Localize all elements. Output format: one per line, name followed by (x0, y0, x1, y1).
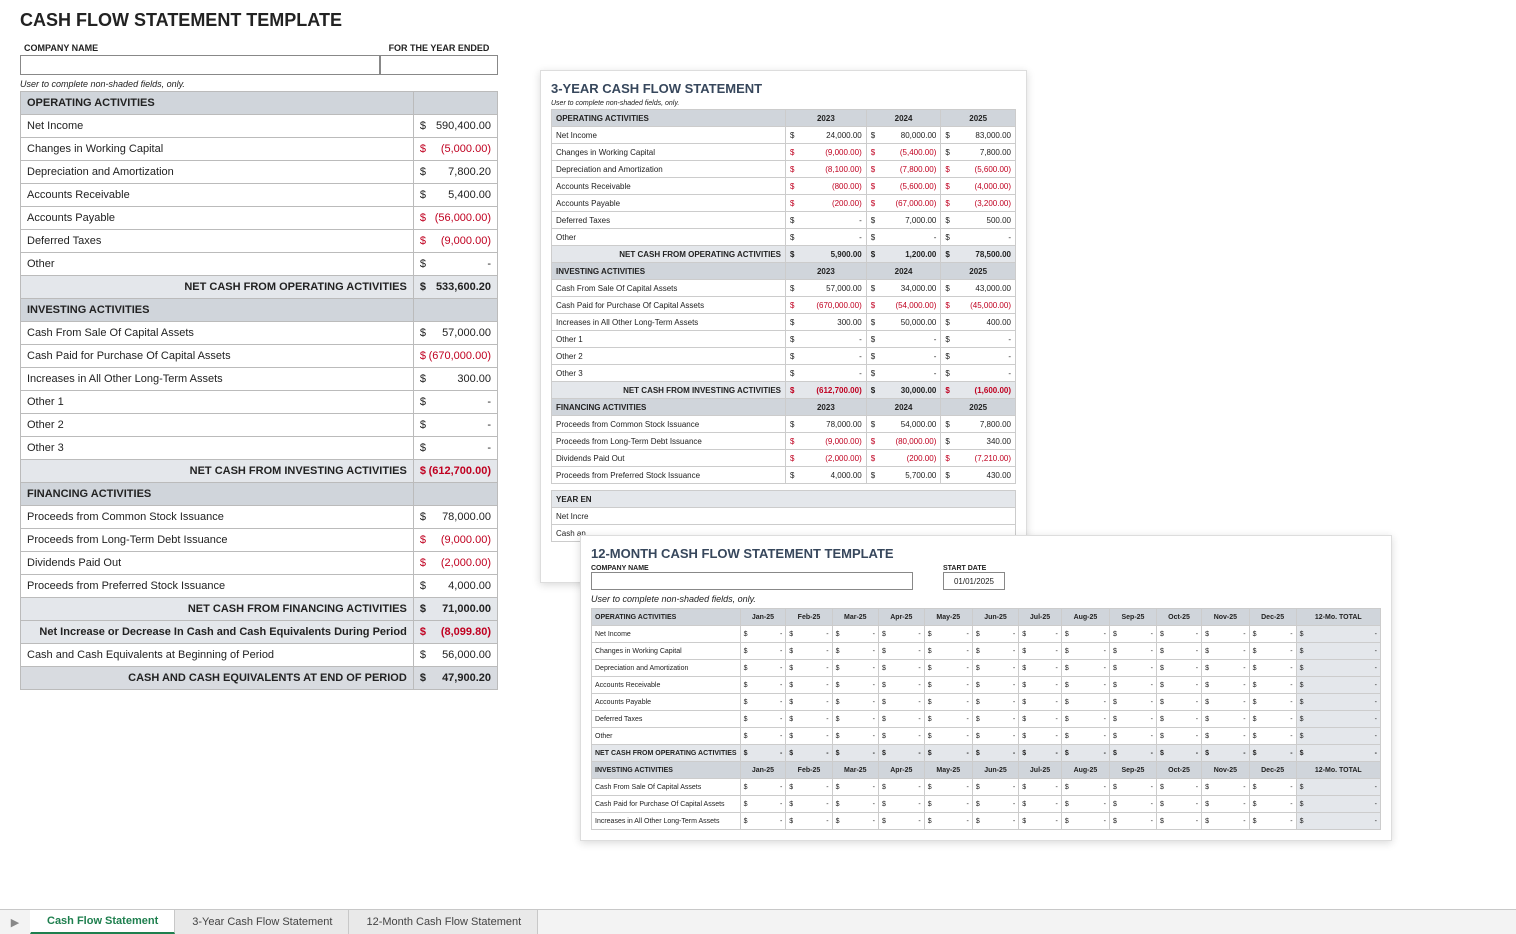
table-row: Depreciation and Amortization$(8,100.00)… (552, 161, 1016, 178)
summary-row: Net Increase or Decrease In Cash and Cas… (21, 621, 498, 644)
table-row: Changes in Working Capital$(9,000.00)$(5… (552, 144, 1016, 161)
row-label: Cash From Sale Of Capital Assets (21, 322, 414, 345)
row-label: Proceeds from Preferred Stock Issuance (21, 575, 414, 598)
table-row: Proceeds from Long-Term Debt Issuance$(9… (552, 433, 1016, 450)
twelve-month-table: OPERATING ACTIVITIESJan-25Feb-25Mar-25Ap… (591, 608, 1381, 830)
three-year-table: OPERATING ACTIVITIES202320242025Net Inco… (551, 109, 1016, 484)
table-row: Net Income$590,400.00 (21, 115, 498, 138)
table-row: Accounts Payable$(200.00)$(67,000.00)$(3… (552, 195, 1016, 212)
table-row: Cash From Sale Of Capital Assets$57,000.… (21, 322, 498, 345)
table-row: Deferred Taxes$-$-$-$-$-$-$-$-$-$-$-$-$- (592, 711, 1381, 728)
row-label: Accounts Receivable (21, 184, 414, 207)
row-label: Other 2 (21, 414, 414, 437)
table-row: Increases in All Other Long-Term Assets$… (552, 314, 1016, 331)
table-row: Net Income$-$-$-$-$-$-$-$-$-$-$-$-$- (592, 626, 1381, 643)
twelve-start-label: START DATE (943, 565, 1005, 572)
table-row: Other 1$-$-$- (552, 331, 1016, 348)
main-statement: CASH FLOW STATEMENT TEMPLATE COMPANY NAM… (20, 10, 498, 690)
grand-total-value: 47,900.20 (442, 672, 491, 684)
sheet-tabs: ▶ Cash Flow Statement 3-Year Cash Flow S… (0, 909, 1516, 934)
company-input[interactable] (20, 55, 380, 75)
row-label: Deferred Taxes (21, 230, 414, 253)
table-row: Deferred Taxes$-$7,000.00$500.00 (552, 212, 1016, 229)
row-label: Accounts Payable (21, 207, 414, 230)
table-row: Depreciation and Amortization$7,800.20 (21, 161, 498, 184)
row-label: Changes in Working Capital (21, 138, 414, 161)
three-year-title: 3-YEAR CASH FLOW STATEMENT (551, 81, 1016, 96)
table-row: Increases in All Other Long-Term Assets$… (592, 813, 1381, 830)
table-row: Cash Paid for Purchase Of Capital Assets… (21, 345, 498, 368)
page-title: CASH FLOW STATEMENT TEMPLATE (20, 10, 498, 31)
row-label: Dividends Paid Out (21, 552, 414, 575)
three-year-note: User to complete non-shaded fields, only… (551, 100, 1016, 107)
row-label: Other 1 (21, 391, 414, 414)
table-row: Other 3$-$-$- (552, 365, 1016, 382)
table-row: Other$-$-$-$-$-$-$-$-$-$-$-$-$- (592, 728, 1381, 745)
table-row: Increases in All Other Long-Term Assets$… (21, 368, 498, 391)
twelve-month-preview: 12-MONTH CASH FLOW STATEMENT TEMPLATE CO… (580, 535, 1392, 841)
table-row: Depreciation and Amortization$-$-$-$-$-$… (592, 660, 1381, 677)
row-label: Proceeds from Common Stock Issuance (21, 506, 414, 529)
instruction-note: User to complete non-shaded fields, only… (20, 79, 498, 89)
statement-table: OPERATING ACTIVITIES Net Income$590,400.… (20, 91, 498, 690)
table-row: Dividends Paid Out$(2,000.00) (21, 552, 498, 575)
row-label: Other (21, 253, 414, 276)
table-row: Proceeds from Preferred Stock Issuance$4… (552, 467, 1016, 484)
tab-twelve-month[interactable]: 12-Month Cash Flow Statement (349, 910, 538, 934)
op-total-value: 533,600.20 (436, 281, 491, 293)
table-row: Cash Paid for Purchase Of Capital Assets… (592, 796, 1381, 813)
twelve-note: User to complete non-shaded fields, only… (591, 594, 1381, 604)
op-total-label: NET CASH FROM OPERATING ACTIVITIES (21, 276, 414, 299)
table-row: Other 2$-$-$- (552, 348, 1016, 365)
summary-row: Cash and Cash Equivalents at Beginning o… (21, 644, 498, 667)
row-label: Net Income (21, 115, 414, 138)
table-row: Accounts Payable$(56,000.00) (21, 207, 498, 230)
table-row: Other 1$- (21, 391, 498, 414)
tab-cash-flow[interactable]: Cash Flow Statement (30, 910, 175, 934)
row-label: Proceeds from Long-Term Debt Issuance (21, 529, 414, 552)
table-row: Other 3$- (21, 437, 498, 460)
twelve-company-input[interactable] (591, 572, 913, 590)
table-row: Accounts Receivable$-$-$-$-$-$-$-$-$-$-$… (592, 677, 1381, 694)
table-row: Other 2$- (21, 414, 498, 437)
grand-total-label: CASH AND CASH EQUIVALENTS AT END OF PERI… (21, 667, 414, 690)
table-row: Proceeds from Common Stock Issuance$78,0… (21, 506, 498, 529)
table-row: Cash From Sale Of Capital Assets$-$-$-$-… (592, 779, 1381, 796)
table-row: Proceeds from Common Stock Issuance$78,0… (552, 416, 1016, 433)
fin-total-value: 71,000.00 (442, 603, 491, 615)
table-row: Changes in Working Capital$(5,000.00) (21, 138, 498, 161)
year-ended-label: FOR THE YEAR ENDED (380, 41, 498, 55)
table-row: Other$- (21, 253, 498, 276)
table-row: Other$-$-$- (552, 229, 1016, 246)
table-row: Deferred Taxes$(9,000.00) (21, 230, 498, 253)
row-label: Cash Paid for Purchase Of Capital Assets (21, 345, 414, 368)
section-investing: INVESTING ACTIVITIES (21, 299, 414, 322)
tab-three-year[interactable]: 3-Year Cash Flow Statement (175, 910, 349, 934)
table-row: Proceeds from Long-Term Debt Issuance$(9… (21, 529, 498, 552)
table-row: Cash From Sale Of Capital Assets$57,000.… (552, 280, 1016, 297)
table-row: Dividends Paid Out$(2,000.00)$(200.00)$(… (552, 450, 1016, 467)
year-ended-input[interactable] (380, 55, 498, 75)
three-year-preview: 3-YEAR CASH FLOW STATEMENT User to compl… (540, 70, 1027, 583)
row-label: Other 3 (21, 437, 414, 460)
table-row: Proceeds from Preferred Stock Issuance$4… (21, 575, 498, 598)
table-row: Accounts Payable$-$-$-$-$-$-$-$-$-$-$-$-… (592, 694, 1381, 711)
inv-total-value: (612,700.00) (429, 465, 491, 477)
inv-total-label: NET CASH FROM INVESTING ACTIVITIES (21, 460, 414, 483)
table-row: Changes in Working Capital$-$-$-$-$-$-$-… (592, 643, 1381, 660)
tab-scroll-icon[interactable]: ▶ (0, 910, 30, 934)
table-row: Accounts Receivable$5,400.00 (21, 184, 498, 207)
table-row: Net Income$24,000.00$80,000.00$83,000.00 (552, 127, 1016, 144)
twelve-month-title: 12-MONTH CASH FLOW STATEMENT TEMPLATE (591, 546, 1381, 561)
twelve-start-input[interactable]: 01/01/2025 (943, 572, 1005, 590)
table-row: Accounts Receivable$(800.00)$(5,600.00)$… (552, 178, 1016, 195)
company-label: COMPANY NAME (20, 41, 380, 55)
row-label: Increases in All Other Long-Term Assets (21, 368, 414, 391)
fin-total-label: NET CASH FROM FINANCING ACTIVITIES (21, 598, 414, 621)
table-row: Cash Paid for Purchase Of Capital Assets… (552, 297, 1016, 314)
row-label: Depreciation and Amortization (21, 161, 414, 184)
twelve-company-label: COMPANY NAME (591, 565, 913, 572)
section-operating: OPERATING ACTIVITIES (21, 92, 414, 115)
section-financing: FINANCING ACTIVITIES (21, 483, 414, 506)
